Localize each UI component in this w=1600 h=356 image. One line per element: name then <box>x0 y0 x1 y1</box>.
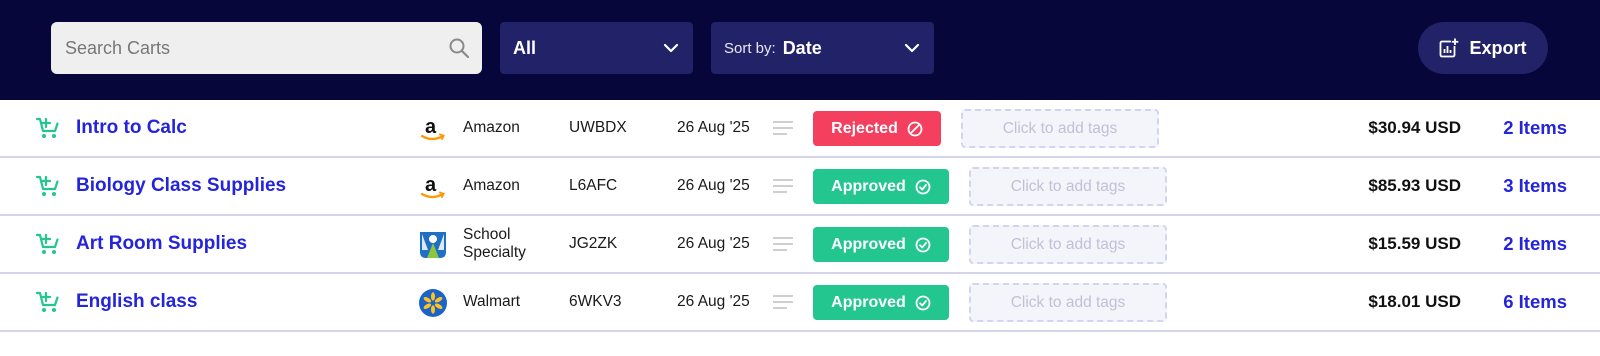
add-tags-field[interactable]: Click to add tags <box>969 283 1167 322</box>
notes-icon[interactable] <box>772 178 794 194</box>
cart-row[interactable]: Biology Class Supplies a Amazon L6AFC 26… <box>0 158 1600 216</box>
cart-date: 26 Aug '25 <box>677 177 750 194</box>
cart-code: JG2ZK <box>569 235 618 252</box>
add-tags-field[interactable]: Click to add tags <box>969 167 1167 206</box>
notes-icon[interactable] <box>772 120 794 136</box>
check-circle-icon <box>915 179 931 194</box>
cart-date: 26 Aug '25 <box>677 119 750 136</box>
cart-icon <box>35 175 59 196</box>
cart-price: $15.59 USD <box>1368 234 1461 253</box>
status-filter-select[interactable]: All <box>500 22 693 74</box>
cart-row[interactable]: Intro to Calc a Amazon UWBDX 26 Aug '25 … <box>0 100 1600 158</box>
search-input[interactable] <box>51 22 482 74</box>
cart-price: $85.93 USD <box>1368 176 1461 195</box>
svg-text:a: a <box>425 116 437 138</box>
cart-icon <box>35 233 59 254</box>
check-circle-icon <box>915 237 931 252</box>
rejected-icon <box>907 121 923 136</box>
cart-date: 26 Aug '25 <box>677 293 750 310</box>
check-circle-icon <box>915 295 931 310</box>
amazon-logo: a <box>420 174 445 199</box>
chevron-down-icon <box>663 43 679 53</box>
status-label: Approved <box>831 177 906 195</box>
vendor-name: Amazon <box>463 119 520 136</box>
carts-list: Intro to Calc a Amazon UWBDX 26 Aug '25 … <box>0 100 1600 332</box>
cart-code: 6WKV3 <box>569 293 622 310</box>
cart-icon <box>35 291 59 312</box>
vendor-name-line: Specialty <box>463 244 526 261</box>
cart-icon <box>35 117 59 138</box>
filter-value: All <box>513 37 537 58</box>
export-chart-icon <box>1440 38 1460 58</box>
cart-name-link[interactable]: Art Room Supplies <box>76 233 247 255</box>
add-tags-field[interactable]: Click to add tags <box>969 225 1167 264</box>
status-badge[interactable]: Rejected <box>813 111 941 146</box>
cart-items-link[interactable]: 3 Items <box>1503 175 1567 197</box>
cart-date: 26 Aug '25 <box>677 235 750 252</box>
school-specialty-logo <box>420 232 446 258</box>
cart-price: $30.94 USD <box>1368 118 1461 137</box>
walmart-logo <box>419 289 447 317</box>
cart-items-link[interactable]: 2 Items <box>1503 117 1567 139</box>
vendor-name: Amazon <box>463 177 520 194</box>
cart-name-link[interactable]: Intro to Calc <box>76 117 187 139</box>
status-label: Approved <box>831 293 906 311</box>
export-label: Export <box>1469 37 1527 58</box>
cart-items-link[interactable]: 6 Items <box>1503 291 1567 313</box>
status-badge[interactable]: Approved <box>813 227 949 262</box>
cart-row[interactable]: English class Walmart 6WKV3 26 Aug '25 A… <box>0 274 1600 332</box>
amazon-logo: a <box>420 116 445 141</box>
add-tags-field[interactable]: Click to add tags <box>961 109 1159 148</box>
chevron-down-icon <box>904 43 920 53</box>
sort-select[interactable]: Sort by: Date <box>711 22 934 74</box>
svg-text:a: a <box>425 174 437 196</box>
vendor-name-line: School <box>463 226 511 243</box>
cart-name-link[interactable]: English class <box>76 291 197 313</box>
cart-items-link[interactable]: 2 Items <box>1503 233 1567 255</box>
vendor-name: Walmart <box>463 293 521 310</box>
cart-row[interactable]: Art Room Supplies School Specialty JG2ZK … <box>0 216 1600 274</box>
notes-icon[interactable] <box>772 294 794 310</box>
cart-code: L6AFC <box>569 177 618 194</box>
cart-price: $18.01 USD <box>1368 292 1461 311</box>
cart-code: UWBDX <box>569 119 627 136</box>
status-label: Rejected <box>831 119 898 137</box>
export-button[interactable]: Export <box>1418 22 1548 74</box>
sort-value: Date <box>782 37 822 58</box>
search-icon[interactable] <box>448 37 470 59</box>
status-badge[interactable]: Approved <box>813 169 949 204</box>
vendor-name: School Specialty <box>463 226 526 262</box>
carts-toolbar: All Sort by: Date Export <box>0 0 1600 100</box>
cart-name-link[interactable]: Biology Class Supplies <box>76 175 286 197</box>
status-badge[interactable]: Approved <box>813 285 949 320</box>
search-box[interactable] <box>51 22 482 74</box>
sort-label: Sort by: <box>724 39 776 57</box>
notes-icon[interactable] <box>772 236 794 252</box>
status-label: Approved <box>831 235 906 253</box>
